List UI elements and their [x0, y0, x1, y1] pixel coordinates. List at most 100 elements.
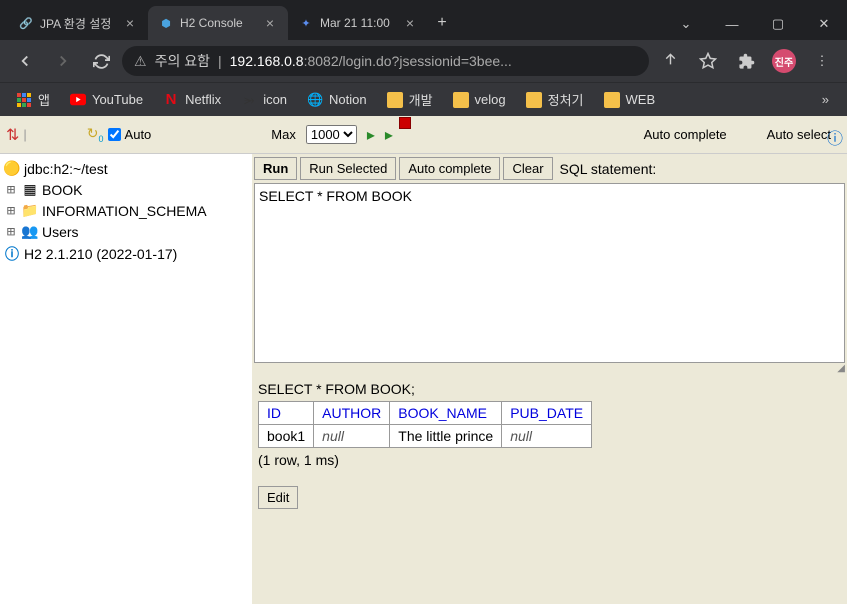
bookmark-label: 개발	[409, 90, 433, 109]
auto-select-label: Auto select	[767, 127, 831, 142]
stop-icon[interactable]	[399, 117, 411, 129]
refresh-icon[interactable]: ↻0	[87, 125, 104, 144]
disconnect-icon[interactable]: ⇅	[6, 125, 19, 145]
link-icon: 🔗	[18, 15, 34, 31]
minimize-button[interactable]: —	[709, 8, 755, 40]
max-select[interactable]: 1000	[306, 125, 357, 144]
expand-icon[interactable]: ⊞	[4, 182, 18, 198]
cell: The little prince	[390, 425, 502, 448]
back-button[interactable]	[8, 44, 42, 78]
auto-checkbox[interactable]	[108, 128, 121, 141]
bookmark-label: YouTube	[92, 92, 143, 107]
chevron-down-icon[interactable]: ⌄	[663, 8, 709, 40]
tree-label: Users	[42, 224, 79, 240]
tab-title: JPA 환경 설정	[40, 15, 116, 32]
table-row: book1 null The little prince null	[259, 425, 592, 448]
maximize-button[interactable]: ▢	[755, 8, 801, 40]
table-icon: ▦	[22, 181, 38, 198]
bookmark-label: icon	[263, 92, 287, 107]
sql-button-row: Run Run Selected Auto complete Clear SQL…	[254, 156, 845, 183]
star-button[interactable]	[691, 44, 725, 78]
clear-button[interactable]: Clear	[503, 157, 552, 180]
avatar: 진주	[772, 49, 796, 73]
tree-label: BOOK	[42, 182, 82, 198]
col-book-name[interactable]: BOOK_NAME	[390, 402, 502, 425]
bookmark-netflix[interactable]: N Netflix	[155, 88, 229, 112]
users-icon: 👥	[22, 223, 38, 240]
info-icon: ⓘ	[4, 244, 20, 264]
tree-version: ⓘ H2 2.1.210 (2022-01-17)	[4, 242, 248, 266]
extensions-button[interactable]	[729, 44, 763, 78]
forward-button[interactable]	[46, 44, 80, 78]
result-echo: SELECT * FROM BOOK;	[258, 381, 841, 397]
connection-label: jdbc:h2:~/test	[24, 161, 108, 177]
col-pub-date[interactable]: PUB_DATE	[502, 402, 592, 425]
tree-connection[interactable]: 🟡 jdbc:h2:~/test	[4, 158, 248, 179]
tab-mar21[interactable]: ✦ Mar 21 11:00 ×	[288, 6, 428, 40]
window-titlebar: 🔗 JPA 환경 설정 × ⬢ H2 Console × ✦ Mar 21 11…	[0, 0, 847, 40]
bookmark-apps[interactable]: 앱	[8, 86, 58, 113]
auto-complete-button[interactable]: Auto complete	[399, 157, 500, 180]
cell: null	[314, 425, 390, 448]
spark-icon: ✦	[298, 15, 314, 31]
bookmark-web[interactable]: WEB	[596, 88, 664, 112]
window-controls: ⌄ — ▢ ✕	[663, 8, 847, 40]
sql-statement-label: SQL statement:	[560, 161, 657, 177]
bookmark-label: 정처기	[548, 90, 584, 109]
runner-icon: ⭃	[241, 92, 257, 108]
bookmark-notion[interactable]: 🌐Notion	[299, 88, 375, 112]
warning-icon: ⚠	[134, 53, 147, 70]
col-author[interactable]: AUTHOR	[314, 402, 390, 425]
tree-users[interactable]: ⊞ 👥 Users	[4, 221, 248, 242]
close-icon[interactable]: ×	[122, 15, 138, 31]
close-window-button[interactable]: ✕	[801, 8, 847, 40]
tree-info-schema[interactable]: ⊞ 📁 INFORMATION_SCHEMA	[4, 200, 248, 221]
expand-icon[interactable]: ⊞	[4, 203, 18, 219]
help-icon[interactable]: ⓘ	[827, 125, 843, 149]
tab-h2-console[interactable]: ⬢ H2 Console ×	[148, 6, 288, 40]
new-tab-button[interactable]: +	[428, 6, 456, 40]
bookmark-label: Netflix	[185, 92, 221, 107]
bookmark-jeongcheogi[interactable]: 정처기	[518, 86, 592, 113]
folder-icon	[526, 92, 542, 108]
expand-icon[interactable]: ⊞	[4, 224, 18, 240]
address-bar[interactable]: ⚠ 주의 요함 | 192.168.0.8:8082/login.do?jses…	[122, 46, 649, 76]
auto-label: Auto	[125, 127, 152, 142]
more-bookmarks[interactable]: »	[812, 88, 839, 111]
menu-button[interactable]: ⋮	[805, 44, 839, 78]
bookmark-youtube[interactable]: YouTube	[62, 88, 151, 112]
bookmark-label: WEB	[626, 92, 656, 107]
bookmark-dev[interactable]: 개발	[379, 86, 441, 113]
browser-toolbar: ⚠ 주의 요함 | 192.168.0.8:8082/login.do?jses…	[0, 40, 847, 82]
edit-button[interactable]: Edit	[258, 486, 298, 509]
col-id[interactable]: ID	[259, 402, 314, 425]
database-icon: 🟡	[4, 160, 20, 177]
resize-handle[interactable]: ◢	[254, 363, 845, 373]
run-selected-icon[interactable]: ▸	[385, 125, 393, 145]
bookmarks-bar: 앱 YouTube N Netflix ⭃ icon 🌐Notion 개발 velo…	[0, 82, 847, 116]
profile-button[interactable]: 진주	[767, 44, 801, 78]
run-icon[interactable]: ▸	[367, 125, 375, 145]
bookmark-label: velog	[475, 92, 506, 107]
result-panel: SELECT * FROM BOOK; ID AUTHOR BOOK_NAME …	[254, 373, 845, 517]
result-info: (1 row, 1 ms)	[258, 452, 841, 468]
close-icon[interactable]: ×	[402, 15, 418, 31]
result-table: ID AUTHOR BOOK_NAME PUB_DATE book1 null …	[258, 401, 592, 448]
bookmark-icon[interactable]: ⭃ icon	[233, 88, 295, 112]
apps-icon	[16, 92, 32, 108]
tree-table-book[interactable]: ⊞ ▦ BOOK	[4, 179, 248, 200]
run-selected-button[interactable]: Run Selected	[300, 157, 396, 180]
tree-label: INFORMATION_SCHEMA	[42, 203, 207, 219]
tab-jpa[interactable]: 🔗 JPA 환경 설정 ×	[8, 6, 148, 40]
sql-panel: Run Run Selected Auto complete Clear SQL…	[252, 154, 847, 604]
close-icon[interactable]: ×	[262, 15, 278, 31]
run-button[interactable]: Run	[254, 157, 297, 180]
browser-tabs: 🔗 JPA 환경 설정 × ⬢ H2 Console × ✦ Mar 21 11…	[0, 6, 456, 40]
share-button[interactable]	[653, 44, 687, 78]
netflix-icon: N	[163, 92, 179, 108]
sql-input[interactable]	[254, 183, 845, 363]
reload-button[interactable]	[84, 44, 118, 78]
bookmark-velog[interactable]: velog	[445, 88, 514, 112]
folder-icon	[453, 92, 469, 108]
divider: |	[218, 53, 222, 69]
